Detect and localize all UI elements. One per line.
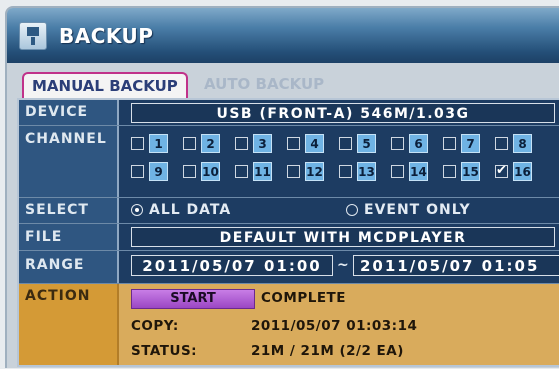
radio-event-only[interactable] [346, 204, 358, 216]
channel-number-1: 1 [149, 134, 168, 153]
channel-checkbox-15[interactable] [443, 165, 456, 178]
range-label: RANGE [19, 251, 119, 283]
radio-event-only-label: EVENT ONLY [364, 202, 471, 218]
select-label: SELECT [19, 198, 119, 223]
channel-number-6: 6 [409, 134, 428, 153]
select-row: SELECT ALL DATA EVENT ONLY [19, 198, 559, 224]
file-label: FILE [19, 224, 119, 250]
channel-checkbox-6[interactable] [391, 137, 404, 150]
copy-label: COPY: [131, 318, 179, 334]
channel-number-8: 8 [513, 134, 532, 153]
channel-number-11: 11 [253, 162, 272, 181]
range-row: RANGE 2011/05/07 01:00 ~ 2011/05/07 01:0… [19, 251, 559, 284]
channel-checkbox-2[interactable] [183, 137, 196, 150]
start-button[interactable]: START [131, 289, 255, 309]
action-row: ACTION START COMPLETE COPY: 2011/05/07 0… [19, 284, 559, 365]
radio-all-data-label: ALL DATA [149, 202, 232, 218]
title-bar: BACKUP [7, 8, 559, 63]
channel-checkbox-4[interactable] [287, 137, 300, 150]
channel-checkbox-12[interactable] [287, 165, 300, 178]
channel-checkbox-5[interactable] [339, 137, 352, 150]
channel-checkbox-9[interactable] [131, 165, 144, 178]
range-separator: ~ [337, 257, 350, 273]
backup-form-panel: DEVICE USB (FRONT-A) 546M/1.03G CHANNEL … [17, 98, 559, 367]
backup-window: BACKUP MANUAL BACKUP AUTO BACKUP DEVICE … [5, 6, 559, 368]
channel-number-3: 3 [253, 134, 272, 153]
channel-number-15: 15 [461, 162, 480, 181]
backup-icon [19, 22, 47, 50]
channel-checkbox-11[interactable] [235, 165, 248, 178]
file-field[interactable]: DEFAULT WITH MCDPLAYER [131, 227, 555, 247]
channel-row: CHANNEL 1 2 3 4 5 6 7 8 9 10 11 12 13 14 15 ✔ 16 [19, 126, 559, 198]
range-start-field[interactable]: 2011/05/07 01:00 [131, 255, 333, 276]
channel-checkbox-3[interactable] [235, 137, 248, 150]
channel-number-2: 2 [201, 134, 220, 153]
channel-checkbox-8[interactable] [495, 137, 508, 150]
channel-number-10: 10 [201, 162, 220, 181]
channel-checkbox-7[interactable] [443, 137, 456, 150]
status-value: 21M / 21M (2/2 EA) [251, 343, 404, 359]
channel-number-9: 9 [149, 162, 168, 181]
channel-checkbox-16[interactable]: ✔ [495, 164, 508, 178]
copy-value: 2011/05/07 01:03:14 [251, 318, 418, 334]
action-status-text: COMPLETE [261, 290, 346, 306]
channel-number-7: 7 [461, 134, 480, 153]
channel-number-12: 12 [305, 162, 324, 181]
channel-checkbox-10[interactable] [183, 165, 196, 178]
tab-manual-backup[interactable]: MANUAL BACKUP [22, 72, 188, 98]
tab-auto-backup[interactable]: AUTO BACKUP [196, 72, 332, 96]
device-label: DEVICE [19, 100, 119, 125]
channel-checkbox-13[interactable] [339, 165, 352, 178]
file-row: FILE DEFAULT WITH MCDPLAYER [19, 224, 559, 251]
device-field[interactable]: USB (FRONT-A) 546M/1.03G [131, 103, 555, 123]
channel-checkbox-1[interactable] [131, 137, 144, 150]
channel-number-14: 14 [409, 162, 428, 181]
channel-checkbox-14[interactable] [391, 165, 404, 178]
device-row: DEVICE USB (FRONT-A) 546M/1.03G [19, 100, 559, 126]
channel-number-13: 13 [357, 162, 376, 181]
range-end-field[interactable]: 2011/05/07 01:05 [353, 255, 559, 276]
window-title: BACKUP [59, 24, 154, 48]
radio-all-data[interactable] [131, 204, 143, 216]
action-label: ACTION [19, 284, 119, 365]
channel-number-4: 4 [305, 134, 324, 153]
status-label: STATUS: [131, 343, 198, 359]
channel-label: CHANNEL [19, 126, 119, 197]
channel-number-16: 16 [513, 162, 532, 181]
channel-number-5: 5 [357, 134, 376, 153]
